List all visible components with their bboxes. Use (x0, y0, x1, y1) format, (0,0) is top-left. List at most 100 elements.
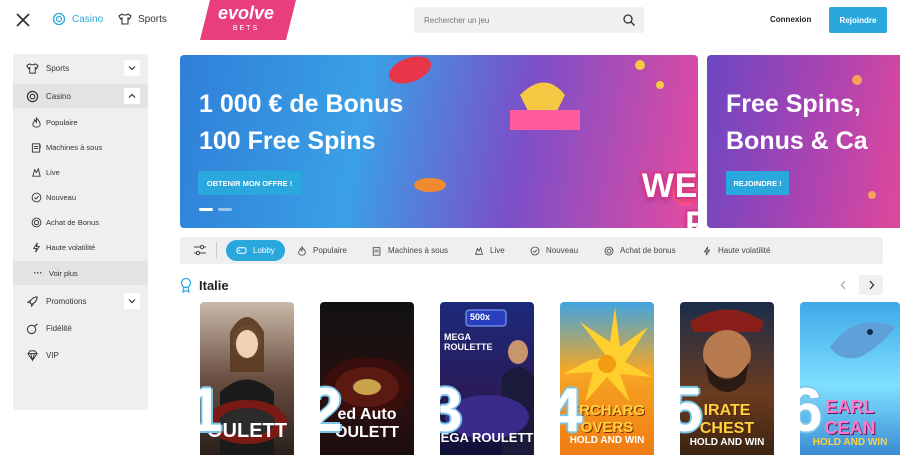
top-bar: Casino Sports evolve BETS Connexion Rejo… (0, 0, 900, 40)
bomb-icon (25, 321, 39, 335)
carousel-dot[interactable] (199, 208, 213, 211)
filter-achat-bonus[interactable]: Achat de bonus (604, 237, 676, 264)
sidebar-item-casino[interactable]: Casino (13, 84, 148, 108)
carousel-prev-button[interactable] (831, 275, 855, 295)
filter-haute-volatilite[interactable]: Haute volatilité (702, 237, 770, 264)
carousel-dots (199, 208, 232, 211)
game-card[interactable]: OULETT 1 (200, 302, 294, 455)
logo-word: evolve (217, 3, 275, 23)
rocket-icon (25, 294, 39, 308)
chip-icon (52, 12, 66, 26)
sidebar-item-nouveau[interactable]: Nouveau (13, 185, 148, 209)
game-card[interactable]: ERCHARG OVERS HOLD AND WIN 4 (560, 302, 654, 455)
carousel-dot[interactable] (218, 208, 232, 211)
slot-machine-icon (372, 246, 381, 256)
get-offer-button[interactable]: OBTENIR MON OFFRE ! (198, 171, 301, 195)
shirt-icon (118, 13, 132, 25)
nav-sports[interactable]: Sports (118, 12, 167, 26)
banner-title-line2: 100 Free Spins (199, 127, 376, 155)
login-button[interactable]: Connexion (770, 15, 811, 24)
welcome-art-line1: WELCOME (641, 167, 698, 205)
logo-sub: BETS (232, 25, 260, 32)
filter-label: Populaire (313, 246, 347, 255)
sidebar-item-label: Promotions (46, 296, 87, 306)
medal-icon (180, 277, 192, 293)
chevron-down-icon[interactable] (124, 293, 140, 309)
filter-icon[interactable] (193, 244, 207, 256)
join-banner-button[interactable]: REJOINDRE ! (726, 171, 789, 195)
join-button[interactable]: Rejoindre (829, 7, 887, 33)
filter-machines[interactable]: Machines à sous (372, 237, 448, 264)
filter-lobby[interactable]: Lobby (226, 240, 285, 261)
sidebar-item-populaire[interactable]: Populaire (13, 110, 148, 134)
filter-label: Live (490, 246, 505, 255)
chevron-right-icon (869, 280, 874, 290)
filter-label: Nouveau (546, 246, 579, 255)
carousel-next-button[interactable] (859, 275, 883, 295)
diamond-icon (25, 348, 39, 362)
banner2-title-line2: Bonus & Ca (726, 127, 868, 155)
welcome-pack-art: WELCOME PACK (624, 167, 698, 228)
chip-icon (25, 89, 39, 103)
sidebar-item-label: Voir plus (49, 268, 78, 278)
filter-populaire[interactable]: Populaire (297, 237, 347, 264)
logo[interactable]: evolve BETS (196, 0, 296, 40)
search-icon[interactable] (623, 14, 635, 26)
close-icon[interactable] (14, 11, 32, 29)
shirt-icon (25, 61, 39, 75)
welcome-art-line2: PACK (685, 205, 698, 228)
slot-machine-icon (29, 140, 43, 154)
rank-number: 2 (320, 376, 343, 445)
check-circle-icon (29, 190, 43, 204)
lobby-icon (236, 247, 247, 254)
chevron-down-icon[interactable] (124, 60, 140, 76)
section-title: Italie (199, 278, 229, 293)
sidebar-item-label: Haute volatilité (46, 242, 96, 252)
sidebar-menu: Sports Casino Populaire Machines à sous … (13, 54, 148, 410)
banner2-title-line1: Free Spins, (726, 90, 861, 118)
search-box[interactable] (414, 7, 644, 33)
game-card[interactable]: 500x MEGA ROULETTE EGA ROULETT 3 (440, 302, 534, 455)
rank-number: 1 (200, 376, 223, 445)
game-card[interactable]: IRATE CHEST HOLD AND WIN 5 (680, 302, 774, 455)
banner-title-line1: 1 000 € de Bonus (199, 90, 404, 118)
filter-nouveau[interactable]: Nouveau (530, 237, 578, 264)
rank-number: 5 (680, 376, 703, 445)
rank-number: 6 (800, 376, 823, 445)
search-input[interactable] (414, 15, 614, 25)
sidebar-item-label: Machines à sous (46, 142, 103, 152)
sidebar-item-achat-bonus[interactable]: Achat de Bonus (13, 210, 148, 234)
filter-label: Achat de bonus (620, 246, 676, 255)
game-card[interactable]: ed Auto OULETT 2 (320, 302, 414, 455)
sidebar-item-sports[interactable]: Sports (13, 56, 148, 80)
sidebar-item-haute-volatilite[interactable]: Haute volatilité (13, 235, 148, 259)
sidebar-item-fidelite[interactable]: Fidélité (13, 316, 148, 340)
sidebar-item-live[interactable]: Live (13, 160, 148, 184)
lightning-icon (703, 246, 711, 255)
divider (216, 242, 217, 259)
chevron-left-icon (840, 280, 845, 290)
chevron-up-icon[interactable] (124, 88, 140, 104)
check-circle-icon (530, 246, 540, 255)
rank-number: 4 (560, 376, 583, 445)
sidebar-item-label: Populaire (46, 117, 78, 127)
filter-live[interactable]: Live (474, 237, 505, 264)
sidebar-item-label: Achat de Bonus (46, 217, 99, 227)
sidebar-item-label: Sports (46, 63, 70, 73)
sidebar-item-machines[interactable]: Machines à sous (13, 135, 148, 159)
sidebar-item-promotions[interactable]: Promotions (13, 289, 148, 313)
game-card[interactable]: EARL CEAN HOLD AND WIN 6 (800, 302, 900, 455)
sidebar-item-label: Nouveau (46, 192, 77, 202)
sidebar-item-label: Fidélité (46, 323, 72, 333)
lightning-icon (29, 240, 43, 254)
game-top-text: MEGA ROULETTE (444, 332, 493, 352)
dealer-icon (29, 165, 43, 179)
filter-label: Lobby (253, 246, 275, 255)
sidebar-item-voir-plus[interactable]: ··· Voir plus (13, 261, 148, 285)
nav-casino[interactable]: Casino (52, 12, 103, 26)
sidebar-item-vip[interactable]: VIP (13, 343, 148, 367)
flame-icon (298, 245, 306, 256)
bonus-icon (604, 246, 614, 255)
nav-sports-label: Sports (138, 13, 167, 25)
more-icon: ··· (33, 268, 43, 278)
